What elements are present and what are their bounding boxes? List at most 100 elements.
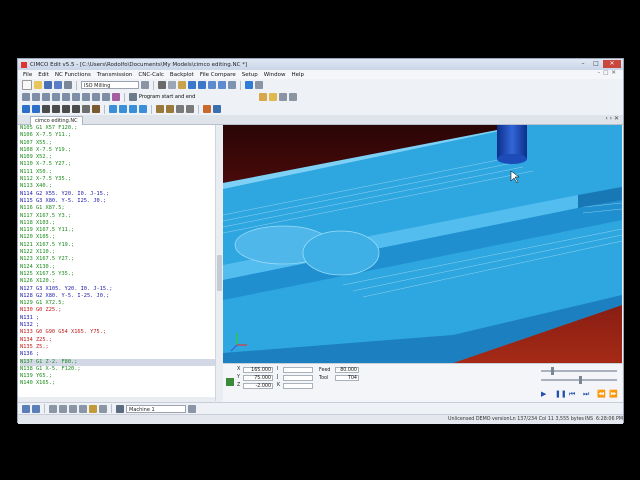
code-line[interactable]: N111 X50.; xyxy=(20,169,215,176)
code-line[interactable]: N138 G1 X-5. F120.; xyxy=(20,366,215,373)
translate-icon[interactable] xyxy=(102,93,110,101)
code-line[interactable]: N132 ; xyxy=(20,322,215,329)
folder-icon[interactable] xyxy=(89,404,97,413)
code-line[interactable]: N116 G1 X87.5; xyxy=(20,205,215,212)
rewind-icon[interactable]: ⏪ xyxy=(597,390,606,398)
code-line[interactable]: N139 Y65.; xyxy=(20,373,215,380)
replace-icon[interactable] xyxy=(228,81,236,89)
view-top-icon[interactable] xyxy=(119,105,127,113)
copy-icon[interactable] xyxy=(168,81,176,89)
menu-window[interactable]: Window xyxy=(264,72,286,78)
search-icon[interactable] xyxy=(259,93,267,101)
scale-icon[interactable] xyxy=(92,93,100,101)
compare-icon[interactable] xyxy=(79,404,87,413)
zoom-fit-icon[interactable] xyxy=(72,105,80,113)
cursor-select-icon[interactable] xyxy=(203,105,211,113)
settings-icon[interactable] xyxy=(186,105,194,113)
i-value-field[interactable] xyxy=(283,367,313,373)
program-settings-icon[interactable] xyxy=(129,93,137,101)
code-line[interactable]: N110 X-7.5 Y27.; xyxy=(20,161,215,168)
solid-icon[interactable] xyxy=(32,105,40,113)
code-line[interactable]: N107 X55.; xyxy=(20,140,215,147)
paste-icon[interactable] xyxy=(178,81,186,89)
menu-edit[interactable]: Edit xyxy=(38,72,49,78)
remove-spaces-icon[interactable] xyxy=(52,93,60,101)
rotate-icon[interactable] xyxy=(72,93,80,101)
code-line[interactable]: N125 X167.5 Y35.; xyxy=(20,271,215,278)
view-iso-icon[interactable] xyxy=(109,105,117,113)
step-back-icon[interactable]: ⏮ xyxy=(569,390,575,399)
insert-spaces-icon[interactable] xyxy=(42,93,50,101)
tree-icon[interactable] xyxy=(69,404,77,413)
code-line[interactable]: N119 X167.5 Y11.; xyxy=(20,227,215,234)
tab-scroll-arrows[interactable]: ‹ › ✕ xyxy=(605,115,619,122)
tool-value-field[interactable]: T04 xyxy=(335,375,359,381)
j-value-field[interactable] xyxy=(283,375,313,381)
fast-forward-icon[interactable]: ⏩ xyxy=(609,390,618,398)
machine-type-select[interactable]: ISO Milling xyxy=(81,81,139,89)
editor-vertical-scrollbar[interactable] xyxy=(215,125,223,401)
close-icon[interactable]: ✕ xyxy=(603,60,621,68)
k-value-field[interactable] xyxy=(283,383,313,389)
axis-icon[interactable] xyxy=(176,105,184,113)
open-folder-icon[interactable] xyxy=(34,81,42,89)
stock-icon[interactable] xyxy=(166,105,174,113)
save-icon[interactable] xyxy=(44,81,52,89)
code-line[interactable]: N117 X167.5 Y3.; xyxy=(20,213,215,220)
list-icon[interactable] xyxy=(279,93,287,101)
code-line[interactable]: N106 X-7.5 Y11.; xyxy=(20,132,215,139)
simulation-speed-slider[interactable] xyxy=(541,367,617,375)
mdi-controls[interactable]: –□✕ xyxy=(597,70,619,76)
menu-nc-functions[interactable]: NC Functions xyxy=(55,72,91,78)
mirror-icon[interactable] xyxy=(82,93,90,101)
code-line[interactable]: N135 Z5.; xyxy=(20,344,215,351)
code-line[interactable]: N120 X105.; xyxy=(20,234,215,241)
zoom-in-icon[interactable] xyxy=(52,105,60,113)
y-value-field[interactable]: 75.000 xyxy=(243,375,273,381)
code-line[interactable]: N131 ; xyxy=(20,315,215,322)
code-line[interactable]: N105 G1 X57 F120.; xyxy=(20,125,215,132)
export-icon[interactable] xyxy=(213,105,221,113)
save-all-icon[interactable] xyxy=(54,81,62,89)
machine-setup-icon[interactable] xyxy=(141,81,149,89)
nc-assistant-icon[interactable] xyxy=(112,93,120,101)
code-line[interactable]: N122 X110.; xyxy=(20,249,215,256)
machine-options-icon[interactable] xyxy=(188,404,196,413)
code-line[interactable]: N109 X52.; xyxy=(20,154,215,161)
file-manager-icon[interactable] xyxy=(59,404,67,413)
code-line[interactable]: N130 G0 Z25.; xyxy=(20,307,215,314)
window-icon[interactable] xyxy=(245,81,253,89)
undock-icon[interactable] xyxy=(22,404,30,413)
file-list-icon[interactable] xyxy=(49,404,57,413)
remove-numbers-icon[interactable] xyxy=(32,93,40,101)
measure-icon[interactable] xyxy=(92,105,100,113)
pause-icon[interactable]: ❚❚ xyxy=(555,390,567,398)
code-line[interactable]: N134 Z25.; xyxy=(20,337,215,344)
redo-icon[interactable] xyxy=(198,81,206,89)
feed-value-field[interactable]: 80.000 xyxy=(335,367,359,373)
options-icon[interactable] xyxy=(255,81,263,89)
code-line[interactable]: N140 X165.; xyxy=(20,380,215,387)
backplot-icon[interactable] xyxy=(22,105,30,113)
menu-backplot[interactable]: Backplot xyxy=(170,72,194,78)
code-line[interactable]: N118 X103.; xyxy=(20,220,215,227)
tab-cimco-editing[interactable]: cimco editing.NC xyxy=(30,116,83,125)
find-icon[interactable] xyxy=(208,81,216,89)
undo-icon[interactable] xyxy=(188,81,196,89)
refresh-icon[interactable] xyxy=(99,404,107,413)
minimize-icon[interactable]: – xyxy=(577,60,589,68)
view-front-icon[interactable] xyxy=(129,105,137,113)
pan-icon[interactable] xyxy=(82,105,90,113)
info-icon[interactable] xyxy=(289,93,297,101)
zoom-out-icon[interactable] xyxy=(62,105,70,113)
code-line[interactable]: N126 X120.; xyxy=(20,278,215,285)
x-value-field[interactable]: 165.000 xyxy=(243,367,273,373)
code-line[interactable]: N121 X167.5 Y19.; xyxy=(20,242,215,249)
new-file-icon[interactable] xyxy=(22,80,32,90)
menu-transmission[interactable]: Transmission xyxy=(97,72,133,78)
code-line[interactable]: N114 G2 X55. Y20. I0. J-15.; xyxy=(20,191,215,198)
step-forward-icon[interactable]: ⏭ xyxy=(583,390,589,399)
menu-cnc-calc[interactable]: CNC-Calc xyxy=(138,72,164,78)
code-line[interactable]: N115 G3 X80. Y-5. I25. J0.; xyxy=(20,198,215,205)
code-line[interactable]: N133 G0 G90 G54 X165. Y75.; xyxy=(20,329,215,336)
